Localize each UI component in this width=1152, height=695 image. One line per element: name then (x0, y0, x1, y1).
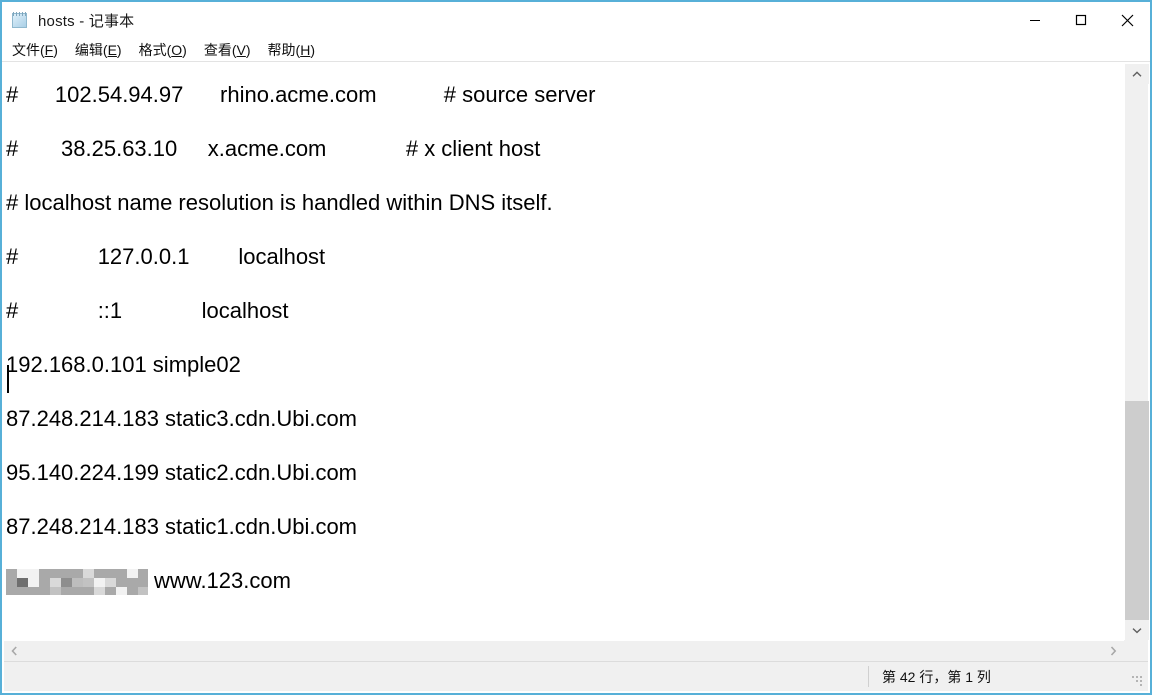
window-controls (1012, 2, 1150, 38)
notepad-icon (11, 11, 29, 30)
chevron-up-icon (1132, 70, 1142, 77)
menu-item-help-suffix: ) (310, 41, 315, 58)
text-line: # localhost name resolution is handled w… (6, 190, 553, 215)
close-icon (1121, 14, 1133, 26)
menu-item-edit[interactable]: 编辑(E) (75, 40, 122, 60)
menu-item-file-accelerator: F (44, 41, 54, 58)
text-line: # 38.25.63.10 x.acme.com # x client host (6, 136, 541, 161)
text-line: # 102.54.94.97 rhino.acme.com # source s… (6, 82, 596, 107)
text-line-redacted: www.123.com (4, 554, 1124, 608)
horizontal-scrollbar[interactable] (4, 640, 1124, 661)
scroll-up-button[interactable] (1125, 64, 1149, 84)
text-line: # 127.0.0.1 localhost (6, 244, 326, 269)
text-caret (7, 365, 9, 393)
maximize-icon (1075, 14, 1087, 26)
menu-item-file-suffix: ) (53, 41, 58, 58)
menu-item-file-label: 文件( (12, 41, 45, 58)
status-bar: 第 42 行，第 1 列 (4, 661, 1148, 691)
menu-item-format-label: 格式( (138, 41, 172, 58)
menu-item-help-accelerator: H (300, 41, 311, 58)
menu-item-edit-suffix: ) (116, 41, 122, 58)
resize-grip-icon[interactable] (1132, 676, 1144, 688)
menu-item-format[interactable]: 格式(O) (139, 40, 187, 60)
menu-item-view-accelerator: V (236, 41, 246, 58)
menu-item-view[interactable]: 查看(V) (204, 40, 251, 60)
maximize-button[interactable] (1058, 2, 1104, 38)
title-bar: hosts - 记事本 (2, 2, 1150, 38)
redacted-line-visible-text: www.123.com (154, 568, 291, 593)
scroll-down-button[interactable] (1125, 620, 1149, 640)
menu-item-edit-label: 编辑( (74, 41, 108, 58)
vertical-scrollbar-thumb[interactable] (1125, 401, 1149, 622)
text-line: 192.168.0.101 simple02 (6, 352, 241, 377)
menu-item-help[interactable]: 帮助(H) (268, 40, 315, 60)
scrollbar-corner (1124, 640, 1148, 661)
text-line: 87.248.214.183 static3.cdn.Ubi.com (6, 406, 358, 431)
text-line: 87.248.214.183 static1.cdn.Ubi.com (6, 514, 358, 539)
window-title: hosts - 记事本 (38, 12, 135, 30)
redacted-ip-mosaic (6, 569, 148, 596)
status-bar-divider (868, 666, 869, 687)
text-line: # ::1 localhost (6, 298, 289, 323)
chevron-right-icon (1110, 646, 1117, 656)
vertical-scrollbar[interactable] (1124, 64, 1149, 640)
chevron-down-icon (1132, 627, 1142, 633)
minimize-button[interactable] (1012, 2, 1058, 38)
cursor-position-status: 第 42 行，第 1 列 (882, 668, 991, 685)
menu-item-help-label: 帮助( (267, 41, 301, 58)
menu-item-file[interactable]: 文件(F) (12, 40, 58, 60)
scroll-right-button[interactable] (1103, 641, 1124, 661)
menu-item-view-label: 查看( (203, 41, 237, 58)
close-button[interactable] (1104, 2, 1150, 38)
editor-area: # 102.54.94.97 rhino.acme.com # source s… (4, 64, 1149, 661)
menu-bar: 文件(F) 编辑(E) 格式(O) 查看(V) 帮助(H) (2, 38, 1150, 62)
notepad-window: hosts - 记事本 文件(F) 编辑(E) 格式(O) 查看(V) 帮助(H… (0, 0, 1152, 695)
scroll-left-button[interactable] (4, 641, 25, 661)
text-editor[interactable]: # 102.54.94.97 rhino.acme.com # source s… (4, 64, 1124, 640)
menu-item-format-suffix: ) (182, 41, 187, 58)
menu-item-edit-accelerator: E (107, 41, 117, 58)
minimize-icon (1030, 20, 1040, 21)
menu-item-view-suffix: ) (245, 41, 251, 58)
text-line: 95.140.224.199 static2.cdn.Ubi.com (6, 460, 358, 485)
menu-item-format-accelerator: O (171, 41, 183, 58)
chevron-left-icon (11, 646, 17, 656)
